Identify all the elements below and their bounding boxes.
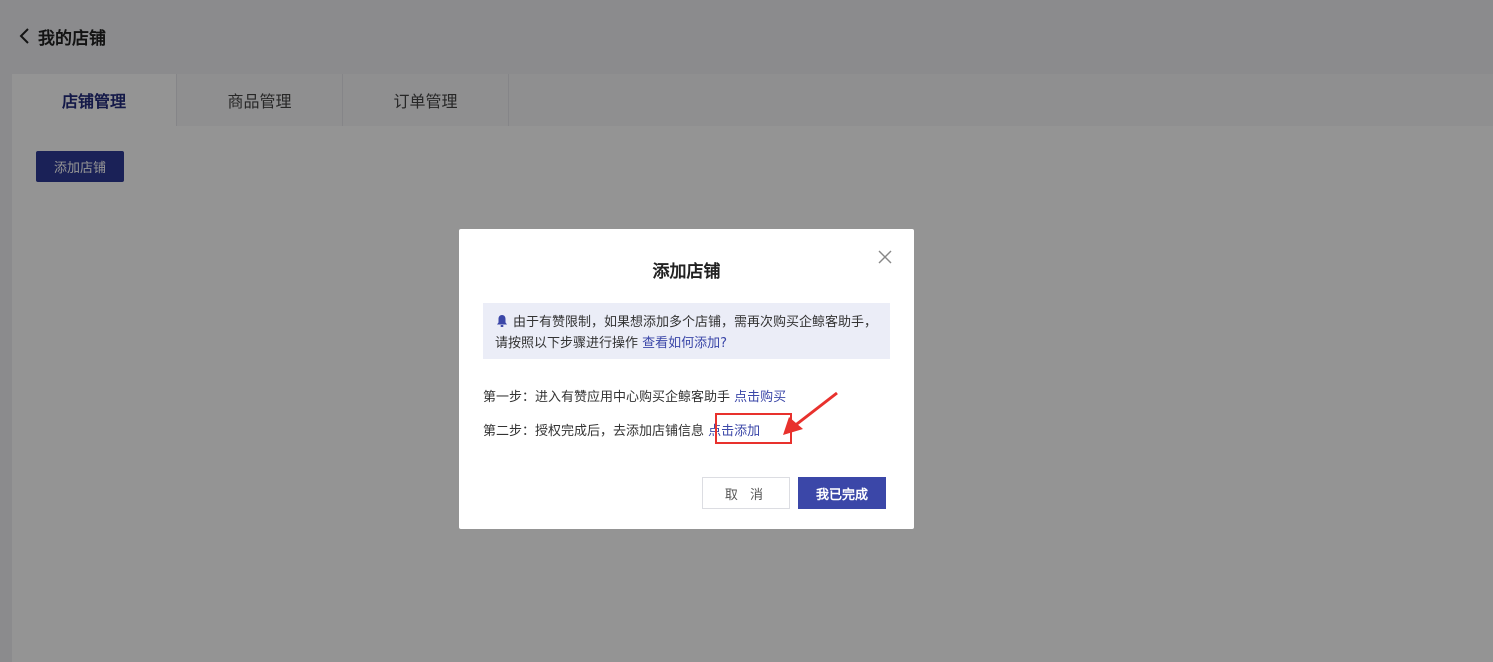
step-one: 第一步：进入有赞应用中心购买企鲸客助手 点击购买	[483, 386, 786, 405]
add-shop-dialog: 添加店铺 由于有赞限制，如果想添加多个店铺，需再次购买企鲸客助手，请按照以下步骤…	[459, 229, 914, 529]
cancel-button[interactable]: 取 消	[702, 477, 790, 509]
notice-banner: 由于有赞限制，如果想添加多个店铺，需再次购买企鲸客助手，请按照以下步骤进行操作 …	[483, 303, 890, 359]
how-to-add-link[interactable]: 查看如何添加?	[642, 336, 727, 351]
arrow-annotation-icon	[783, 391, 838, 435]
bell-icon	[495, 314, 509, 328]
close-icon[interactable]	[876, 248, 894, 266]
dialog-title: 添加店铺	[652, 262, 721, 282]
done-button[interactable]: 我已完成	[798, 477, 886, 509]
step-one-text: 第一步：进入有赞应用中心购买企鲸客助手	[483, 390, 731, 405]
step-two-text: 第二步：授权完成后，去添加店铺信息	[483, 424, 705, 439]
